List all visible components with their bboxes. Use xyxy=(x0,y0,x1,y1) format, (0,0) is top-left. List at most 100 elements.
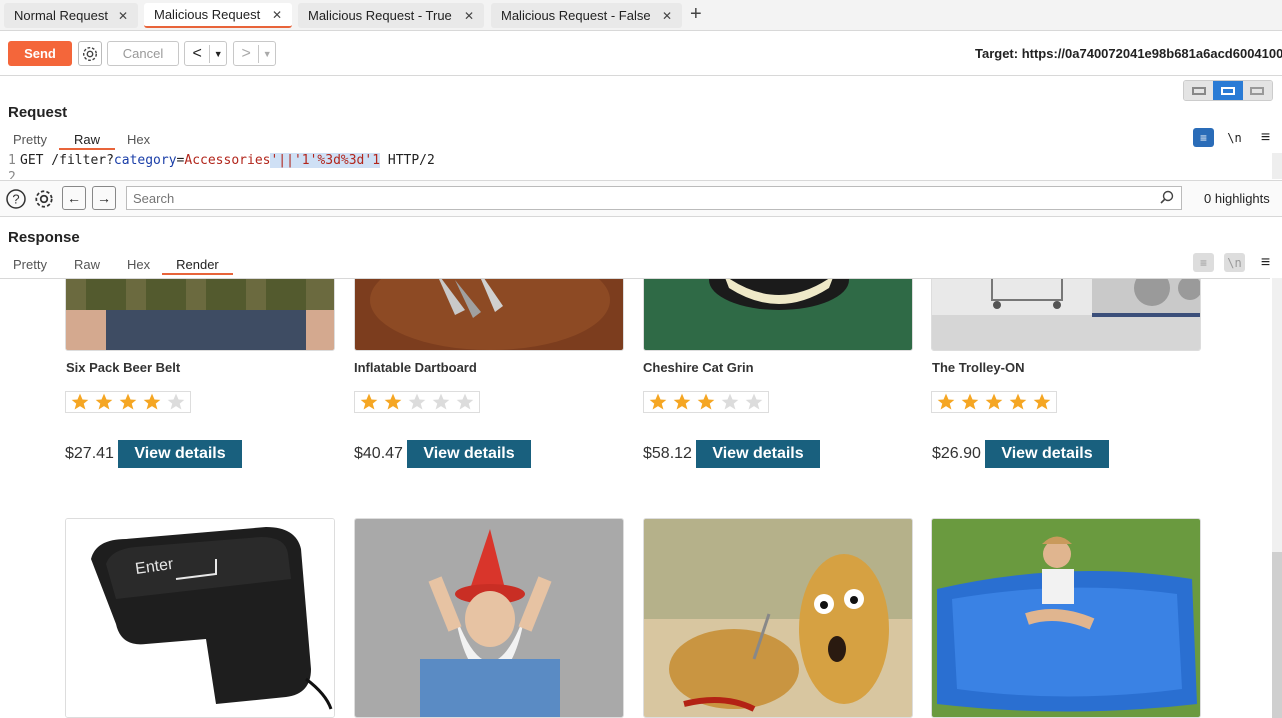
history-back-button[interactable]: < ▼ xyxy=(184,41,227,66)
http-version: HTTP/2 xyxy=(380,153,435,168)
cancel-button[interactable]: Cancel xyxy=(107,41,179,66)
response-scrollbar-thumb[interactable] xyxy=(1272,552,1282,718)
star-filled-icon xyxy=(673,393,691,410)
send-button[interactable]: Send xyxy=(8,41,72,66)
menu-icon[interactable]: ≡ xyxy=(1255,128,1276,147)
history-forward-button[interactable]: > ▼ xyxy=(233,41,276,66)
product-name: Inflatable Dartboard xyxy=(354,360,477,375)
request-method-path: GET /filter? xyxy=(20,153,114,168)
product-image-bean-bag[interactable] xyxy=(931,518,1201,718)
tab-pretty[interactable]: Pretty xyxy=(1,253,59,275)
add-tab-icon[interactable]: + xyxy=(690,3,702,26)
rating-stars xyxy=(354,391,480,413)
tab-raw[interactable]: Raw xyxy=(59,253,115,275)
product-image-potatoes[interactable] xyxy=(643,518,913,718)
star-filled-icon xyxy=(1033,393,1051,410)
product-image-enter-key[interactable]: Enter xyxy=(65,518,335,718)
tab-pretty[interactable]: Pretty xyxy=(1,128,59,150)
star-filled-icon xyxy=(649,393,667,410)
product-price: $40.47 xyxy=(354,445,403,462)
search-icon[interactable] xyxy=(1160,190,1174,207)
tab-malicious-request-false[interactable]: Malicious Request - False ✕ xyxy=(491,3,682,28)
single-pane-icon xyxy=(1250,86,1265,95)
arrow-left-icon[interactable]: ← xyxy=(62,186,86,210)
tab-render[interactable]: Render xyxy=(162,253,233,275)
search-settings-gear-icon[interactable] xyxy=(32,187,56,211)
request-editor[interactable]: 1 GET /filter?category=Accessories'||'1'%… xyxy=(0,153,1272,179)
request-view-tabs: Pretty Raw Hex xyxy=(1,128,162,150)
chevron-right-icon: > xyxy=(234,44,260,63)
close-icon[interactable]: ✕ xyxy=(662,9,672,23)
tab-raw[interactable]: Raw xyxy=(58,128,115,150)
line-number: 1 xyxy=(8,153,16,168)
dropdown-arrow-icon[interactable]: ▼ xyxy=(259,49,275,59)
rendered-response: Six Pack Beer Belt Inflatable Dartboard … xyxy=(0,278,1270,718)
request-editor-options: ≡ \n ≡ xyxy=(1193,128,1276,147)
view-details-button[interactable]: View details xyxy=(407,440,531,468)
star-filled-icon xyxy=(384,393,402,410)
settings-gear-icon[interactable] xyxy=(78,41,102,66)
rating-stars xyxy=(931,391,1057,413)
view-details-button[interactable]: View details xyxy=(696,440,820,468)
tab-malicious-request-true[interactable]: Malicious Request - True ✕ xyxy=(298,3,484,28)
dropdown-arrow-icon[interactable]: ▼ xyxy=(210,49,226,59)
newline-toggle-icon[interactable]: \n xyxy=(1224,253,1245,272)
svg-text:?: ? xyxy=(12,192,19,207)
target-url[interactable]: Target: https://0a740072041e98b681a6acd6… xyxy=(975,46,1282,61)
tab-malicious-request[interactable]: Malicious Request ✕ xyxy=(144,3,292,28)
tab-normal-request[interactable]: Normal Request ✕ xyxy=(4,3,138,28)
tab-hex[interactable]: Hex xyxy=(115,128,162,150)
tab-hex[interactable]: Hex xyxy=(115,253,162,275)
star-empty-icon xyxy=(745,393,763,410)
word-wrap-icon[interactable]: ≡ xyxy=(1193,128,1214,147)
arrow-right-icon[interactable]: → xyxy=(92,186,116,210)
request-scrollbar[interactable] xyxy=(1272,153,1282,179)
search-bar: ? ← → 0 highlights xyxy=(0,180,1282,217)
tab-label: Malicious Request xyxy=(154,7,261,22)
rows-icon xyxy=(1220,86,1235,95)
star-empty-icon xyxy=(167,393,185,410)
close-icon[interactable]: ✕ xyxy=(272,8,282,22)
tab-label: Normal Request xyxy=(14,8,108,23)
star-filled-icon xyxy=(360,393,378,410)
product-image-dartboard[interactable] xyxy=(354,279,624,351)
line-number: 2 xyxy=(8,170,16,179)
star-empty-icon xyxy=(456,393,474,410)
view-details-button[interactable]: View details xyxy=(985,440,1109,468)
response-title: Response xyxy=(8,229,80,246)
query-param-name: category xyxy=(113,153,177,168)
product-name: The Trolley-ON xyxy=(932,360,1025,375)
layout-single-button[interactable] xyxy=(1242,81,1272,100)
star-filled-icon xyxy=(71,393,89,410)
tab-label: Malicious Request - False xyxy=(501,8,651,23)
star-filled-icon xyxy=(95,393,113,410)
rating-stars xyxy=(643,391,769,413)
search-input[interactable] xyxy=(126,186,1182,210)
word-wrap-icon[interactable]: ≡ xyxy=(1193,253,1214,272)
view-details-button[interactable]: View details xyxy=(118,440,242,468)
product-price: $27.41 xyxy=(65,445,114,462)
product-name: Six Pack Beer Belt xyxy=(66,360,181,375)
response-editor-options: ≡ \n ≡ xyxy=(1193,253,1276,272)
star-empty-icon xyxy=(408,393,426,410)
product-image-gnome-costume[interactable] xyxy=(354,518,624,718)
star-filled-icon xyxy=(937,393,955,410)
tab-bar: Normal Request ✕ Malicious Request ✕ Mal… xyxy=(0,0,1282,31)
close-icon[interactable]: ✕ xyxy=(464,9,474,23)
help-icon[interactable]: ? xyxy=(4,187,28,211)
menu-icon[interactable]: ≡ xyxy=(1255,253,1276,272)
product-image-beer-belt[interactable] xyxy=(65,279,335,351)
star-filled-icon xyxy=(985,393,1003,410)
star-empty-icon xyxy=(721,393,739,410)
product-image-cheshire-cat[interactable] xyxy=(643,279,913,351)
newline-toggle-icon[interactable]: \n xyxy=(1224,128,1245,147)
request-toolbar: Send Cancel < ▼ > ▼ Target: https://0a7400… xyxy=(0,31,1282,76)
layout-stacked-button[interactable] xyxy=(1213,81,1243,100)
tab-label: Malicious Request - True xyxy=(308,8,452,23)
rating-stars xyxy=(65,391,191,413)
chevron-left-icon: < xyxy=(185,44,211,63)
layout-side-by-side-button[interactable] xyxy=(1184,81,1214,100)
product-image-trolley[interactable] xyxy=(931,279,1201,351)
product-price: $58.12 xyxy=(643,445,692,462)
close-icon[interactable]: ✕ xyxy=(118,9,128,23)
